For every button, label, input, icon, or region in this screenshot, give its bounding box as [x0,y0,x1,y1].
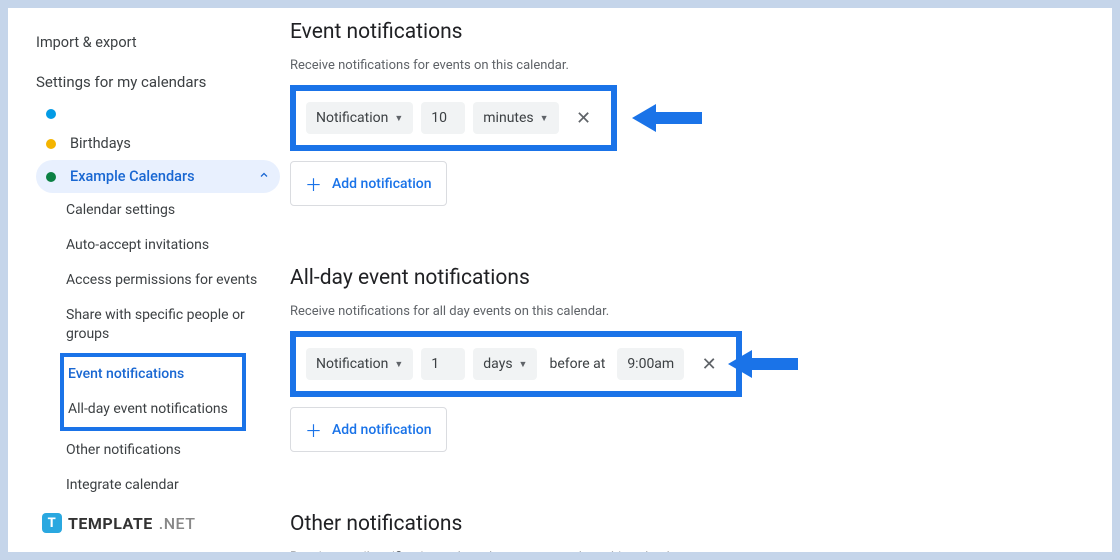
value-input[interactable]: 10 [421,102,465,134]
unit-value: minutes [483,110,533,126]
annotation-arrow-icon [728,344,798,384]
section-subtitle: Receive email notifications when changes… [290,550,1072,552]
subitem-auto-accept[interactable]: Auto-accept invitations [62,228,280,263]
add-label: Add notification [332,176,432,192]
chevron-down-icon: ▼ [394,113,403,124]
unit-dropdown[interactable]: minutes ▼ [473,102,558,134]
subitem-calendar-settings[interactable]: Calendar settings [62,193,280,228]
add-notification-button[interactable]: ＋ Add notification [290,407,447,452]
chevron-down-icon: ▼ [519,359,528,370]
sidebar-item-import-export[interactable]: Import & export [36,26,280,59]
chevron-down-icon: ▼ [540,113,549,124]
calendar-item-primary[interactable] [36,101,280,127]
remove-notification-button[interactable]: ✕ [692,347,726,381]
section-title: Event notifications [290,20,1072,44]
method-dropdown[interactable]: Notification ▼ [306,102,413,134]
method-value: Notification [316,356,388,372]
add-label: Add notification [332,422,432,438]
subitem-allday-notifications[interactable]: All-day event notifications [64,392,242,427]
time-value: 9:00am [627,356,674,372]
section-subtitle: Receive notifications for events on this… [290,58,1072,73]
annotation-highlight-sidebar: Event notifications All-day event notifi… [60,353,246,431]
method-dropdown[interactable]: Notification ▼ [306,348,413,380]
annotation-highlight-event-row: Notification ▼ 10 minutes ▼ ✕ [290,85,617,151]
subitem-integrate-calendar[interactable]: Integrate calendar [62,468,280,503]
section-allday-notifications: All-day event notifications Receive noti… [290,266,1072,452]
time-dropdown[interactable]: 9:00am [617,348,684,380]
section-title: All-day event notifications [290,266,1072,290]
close-icon: ✕ [576,108,591,129]
sidebar-heading-my-calendars: Settings for my calendars [36,59,280,101]
subitem-access-permissions[interactable]: Access permissions for events [62,263,280,298]
remove-notification-button[interactable]: ✕ [567,101,601,135]
watermark: T TEMPLATE .NET [42,513,196,533]
chevron-down-icon: ▼ [394,359,403,370]
section-other-notifications: Other notifications Receive email notifi… [290,512,1072,552]
main-content: Event notifications Receive notification… [288,8,1112,552]
plus-icon: ＋ [305,171,322,196]
add-notification-button[interactable]: ＋ Add notification [290,161,447,206]
section-title: Other notifications [290,512,1072,536]
close-icon: ✕ [702,354,717,375]
watermark-suffix: .NET [159,514,196,533]
calendar-subitems: Calendar settings Auto-accept invitation… [36,193,280,503]
calendar-dot-icon [46,109,56,119]
watermark-brand: TEMPLATE [68,514,153,533]
unit-value: days [483,356,512,372]
before-at-label: before at [545,356,609,372]
calendar-dot-icon [46,139,56,149]
plus-icon: ＋ [305,417,322,442]
sidebar: Import & export Settings for my calendar… [8,8,288,552]
calendar-dot-icon [46,172,56,182]
value-text: 10 [431,110,447,126]
section-subtitle: Receive notifications for all day events… [290,304,1072,319]
section-event-notifications: Event notifications Receive notification… [290,20,1072,206]
watermark-logo-icon: T [42,513,62,533]
annotation-arrow-icon [632,98,702,138]
method-value: Notification [316,110,388,126]
settings-window: Import & export Settings for my calendar… [8,8,1112,552]
value-input[interactable]: 1 [421,348,465,380]
subitem-other-notifications[interactable]: Other notifications [62,433,280,468]
value-text: 1 [431,356,439,372]
subitem-event-notifications[interactable]: Event notifications [64,357,242,392]
subitem-share[interactable]: Share with specific people or groups [62,298,280,352]
calendar-label: Birthdays [70,135,131,152]
calendar-label: Example Calendars [70,168,195,185]
chevron-up-icon [258,168,270,185]
annotation-highlight-allday-row: Notification ▼ 1 days ▼ before at 9:00am… [290,331,742,397]
calendar-item-birthdays[interactable]: Birthdays [36,127,280,160]
unit-dropdown[interactable]: days ▼ [473,348,537,380]
calendar-item-example[interactable]: Example Calendars [36,160,280,193]
